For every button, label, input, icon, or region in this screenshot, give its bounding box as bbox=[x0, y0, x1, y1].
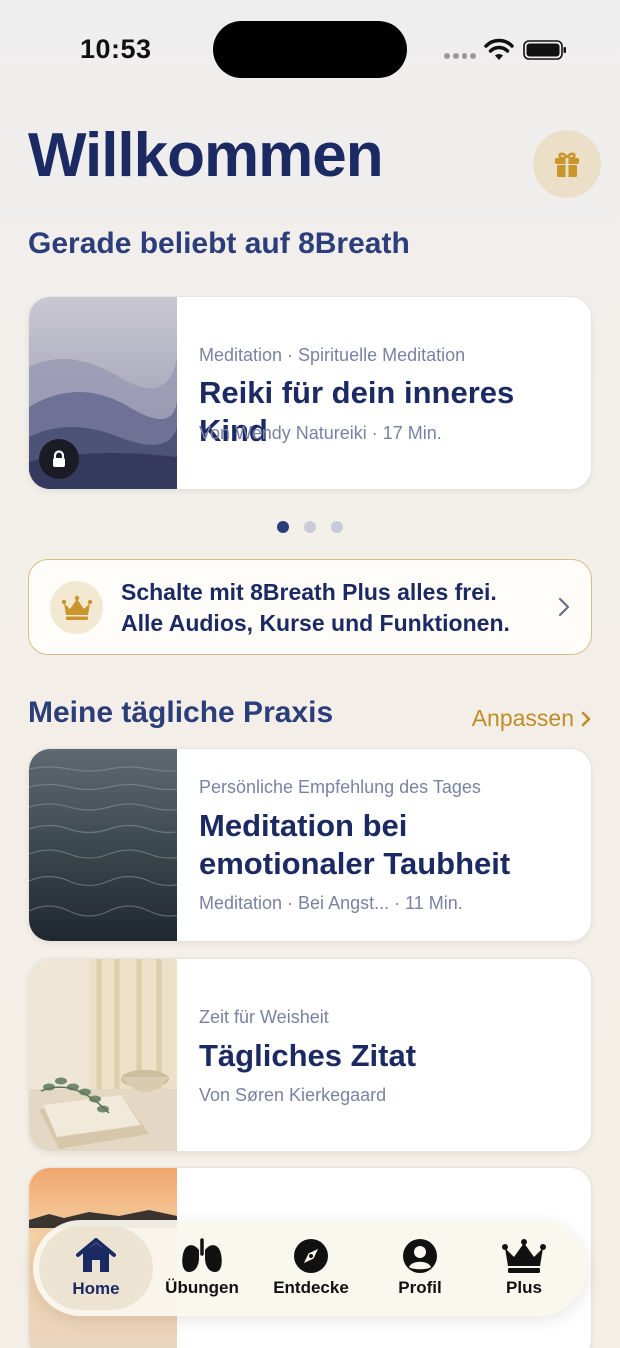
lock-icon bbox=[39, 439, 79, 479]
pager-dot[interactable] bbox=[277, 521, 289, 533]
battery-icon bbox=[523, 40, 566, 60]
tab-bar: Home Übungen Entdecke Profil Plus bbox=[33, 1220, 587, 1316]
tab-discover[interactable]: Entdecke bbox=[267, 1220, 355, 1316]
chevron-right-icon bbox=[581, 711, 591, 726]
book-and-bowl-image bbox=[29, 959, 177, 1151]
tab-exercises[interactable]: Übungen bbox=[161, 1220, 243, 1316]
tab-profile-label: Profil bbox=[398, 1278, 442, 1297]
water-surface-image bbox=[29, 749, 190, 941]
profile-icon bbox=[403, 1239, 437, 1273]
cellular-signal-icon bbox=[444, 53, 476, 59]
customize-label: Anpassen bbox=[471, 705, 574, 731]
plus-upgrade-banner[interactable]: Schalte mit 8Breath Plus alles frei. All… bbox=[28, 559, 592, 655]
recommendation-details: Meditation · Bei Angst... · 11 Min. bbox=[199, 893, 463, 913]
pager-dot[interactable] bbox=[331, 521, 343, 533]
gift-button[interactable] bbox=[533, 130, 601, 198]
recommendation-label: Persönliche Empfehlung des Tages bbox=[199, 777, 481, 797]
tab-profile[interactable]: Profil bbox=[383, 1220, 457, 1316]
status-time: 10:53 bbox=[80, 34, 152, 64]
tab-home-label: Home bbox=[72, 1279, 120, 1298]
crown-icon bbox=[502, 1239, 546, 1273]
daily-quote-card[interactable]: Zeit für Weisheit Tägliches Zitat Von Sø… bbox=[28, 958, 592, 1152]
session-category: Meditation · Spirituelle Meditation bbox=[199, 345, 466, 365]
daily-practice-title: Meine tägliche Praxis bbox=[28, 696, 334, 729]
home-icon bbox=[76, 1238, 116, 1272]
tab-home[interactable]: Home bbox=[39, 1226, 153, 1310]
quote-section-label: Zeit für Weisheit bbox=[199, 1007, 329, 1027]
tab-plus-label: Plus bbox=[506, 1278, 542, 1297]
crown-badge bbox=[50, 581, 103, 634]
tab-plus[interactable]: Plus bbox=[485, 1220, 563, 1316]
popular-section-title: Gerade beliebt auf 8Breath bbox=[28, 227, 410, 260]
gift-icon bbox=[555, 152, 579, 177]
customize-link[interactable]: Anpassen bbox=[472, 705, 592, 732]
chevron-right-icon bbox=[558, 597, 570, 617]
page-title: Willkommen bbox=[28, 121, 384, 190]
featured-session-card[interactable]: Meditation · Spirituelle Meditation Reik… bbox=[28, 296, 592, 490]
compass-icon bbox=[294, 1239, 328, 1273]
wifi-icon bbox=[484, 38, 514, 60]
tab-discover-label: Entdecke bbox=[273, 1278, 349, 1297]
lungs-icon bbox=[182, 1238, 222, 1272]
daily-recommendation-card[interactable]: Persönliche Empfehlung des Tages Meditat… bbox=[28, 748, 592, 942]
tab-exercises-label: Übungen bbox=[165, 1278, 239, 1297]
recommendation-title-line-2: emotionaler Taubheit bbox=[199, 846, 511, 881]
dynamic-island bbox=[213, 21, 407, 78]
carousel-pager[interactable] bbox=[277, 521, 343, 533]
status-bar: 10:53 bbox=[0, 0, 620, 100]
promo-line-1: Schalte mit 8Breath Plus alles frei. bbox=[121, 579, 497, 605]
quote-author: Von Søren Kierkegaard bbox=[199, 1085, 387, 1105]
crown-icon bbox=[61, 595, 92, 620]
quote-title: Tägliches Zitat bbox=[199, 1038, 417, 1073]
promo-line-2: Alle Audios, Kurse und Funktionen. bbox=[121, 610, 510, 636]
session-author-duration: Von Wendy Natureiki · 17 Min. bbox=[199, 423, 442, 443]
pager-dot[interactable] bbox=[304, 521, 316, 533]
mountain-mist-image bbox=[29, 297, 178, 489]
recommendation-title-line-1: Meditation bei bbox=[199, 808, 408, 843]
